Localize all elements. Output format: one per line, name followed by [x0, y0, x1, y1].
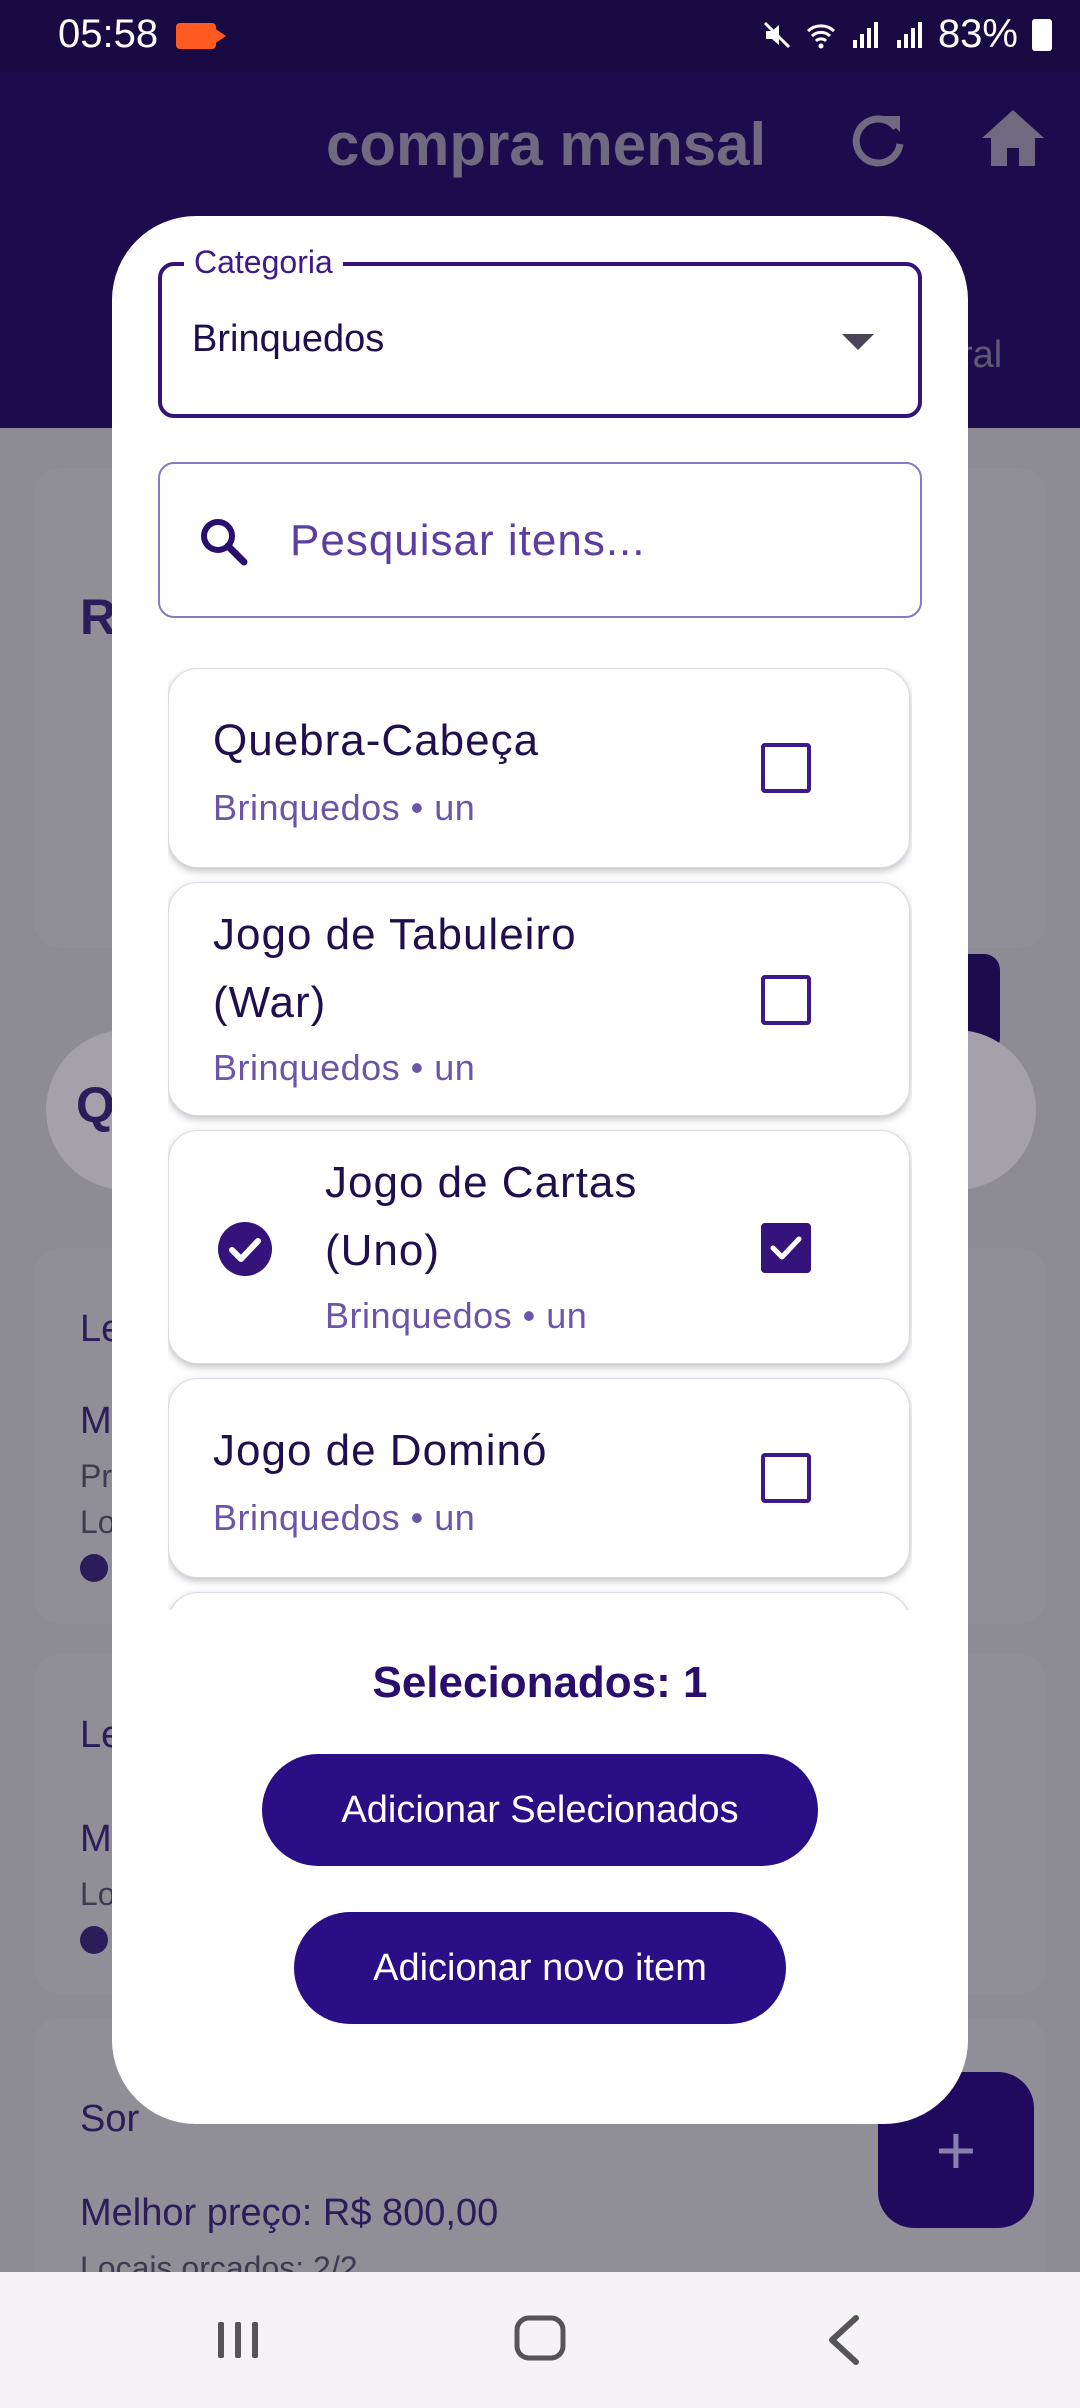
list-item[interactable]: Jogo de Dominó Brinquedos • un — [168, 1378, 910, 1578]
status-icons: 83% — [762, 12, 1052, 57]
item-subtitle: Brinquedos • un — [213, 787, 476, 828]
list-card-3-best-price: Melhor preço: R$ 800,00 — [80, 2192, 499, 2234]
list-item[interactable]: Quebra-Cabeça Brinquedos • un — [168, 668, 910, 868]
selected-count: Selecionados: 1 — [372, 1658, 708, 1707]
status-time: 05:58 — [58, 12, 159, 56]
category-label: Categoria — [184, 244, 343, 281]
signal-icon — [852, 21, 878, 48]
check-circle-icon — [80, 1926, 108, 1954]
home-nav-icon[interactable] — [512, 2310, 568, 2366]
search-icon — [201, 519, 248, 566]
item-checkbox[interactable] — [761, 1453, 811, 1503]
recents-icon[interactable] — [214, 2316, 262, 2364]
list-card-1-locations: Lo — [80, 1504, 116, 1540]
search-field[interactable] — [158, 462, 922, 618]
list-card-2-locations: Lo — [80, 1876, 116, 1912]
list-card-1-line: M — [80, 1400, 112, 1442]
item-name-line2: (Uno) — [325, 1226, 441, 1275]
item-subtitle: Brinquedos • un — [213, 1047, 476, 1088]
wifi-icon — [806, 23, 835, 48]
signal-icon-2 — [896, 21, 922, 48]
item-checkbox[interactable] — [761, 743, 811, 793]
item-checkbox[interactable] — [761, 975, 811, 1025]
home-icon[interactable] — [978, 106, 1048, 170]
back-icon[interactable] — [820, 2312, 870, 2368]
mute-icon — [763, 21, 790, 48]
check-circle-icon — [218, 1222, 272, 1276]
summary-card-heading: R — [80, 589, 117, 645]
item-subtitle: Brinquedos • un — [213, 1497, 476, 1538]
app-title: compra mensal — [326, 111, 767, 178]
battery-percent: 83% — [937, 12, 1018, 56]
search-input[interactable] — [290, 508, 870, 574]
checkmark-icon — [770, 1236, 802, 1260]
item-name-line1: Jogo de Cartas — [325, 1158, 638, 1207]
navigation-bar — [0, 2272, 1080, 2408]
check-circle-icon — [80, 1554, 108, 1582]
item-subtitle: Brinquedos • un — [325, 1295, 588, 1336]
list-card-1-price: Pr — [80, 1458, 112, 1494]
item-name: Quebra-Cabeça — [213, 716, 540, 765]
list-item-selected[interactable]: Jogo de Cartas (Uno) Brinquedos • un — [168, 1130, 910, 1364]
item-name: Jogo de Dominó — [213, 1426, 548, 1475]
category-dropdown[interactable]: Categoria Brinquedos — [158, 244, 922, 418]
item-name-line1: Jogo de Tabuleiro — [213, 910, 577, 959]
list-item[interactable]: Jogo de Tabuleiro (War) Brinquedos • un — [168, 882, 910, 1116]
list-card-2-line: M — [80, 1818, 112, 1860]
select-items-dialog: Categoria Brinquedos Quebra-Cabeça Brinq… — [112, 216, 968, 2124]
dropdown-arrow-icon — [842, 334, 874, 350]
status-bar: 05:58 83% — [0, 0, 1080, 72]
list-item-partial[interactable] — [168, 1592, 910, 1610]
screen-record-icon — [176, 23, 226, 49]
battery-icon — [1032, 18, 1052, 51]
search-bar-letter: Q — [76, 1077, 115, 1133]
list-card-3-title: Sor — [80, 2098, 140, 2140]
add-selected-button[interactable]: Adicionar Selecionados — [262, 1754, 818, 1866]
category-value: Brinquedos — [192, 318, 385, 360]
items-list: Quebra-Cabeça Brinquedos • un Jogo de Ta… — [168, 668, 912, 1610]
item-checkbox-checked[interactable] — [761, 1223, 811, 1273]
item-name-line2: (War) — [213, 978, 327, 1027]
refresh-icon[interactable] — [846, 108, 910, 172]
add-new-item-button[interactable]: Adicionar novo item — [294, 1912, 786, 2024]
